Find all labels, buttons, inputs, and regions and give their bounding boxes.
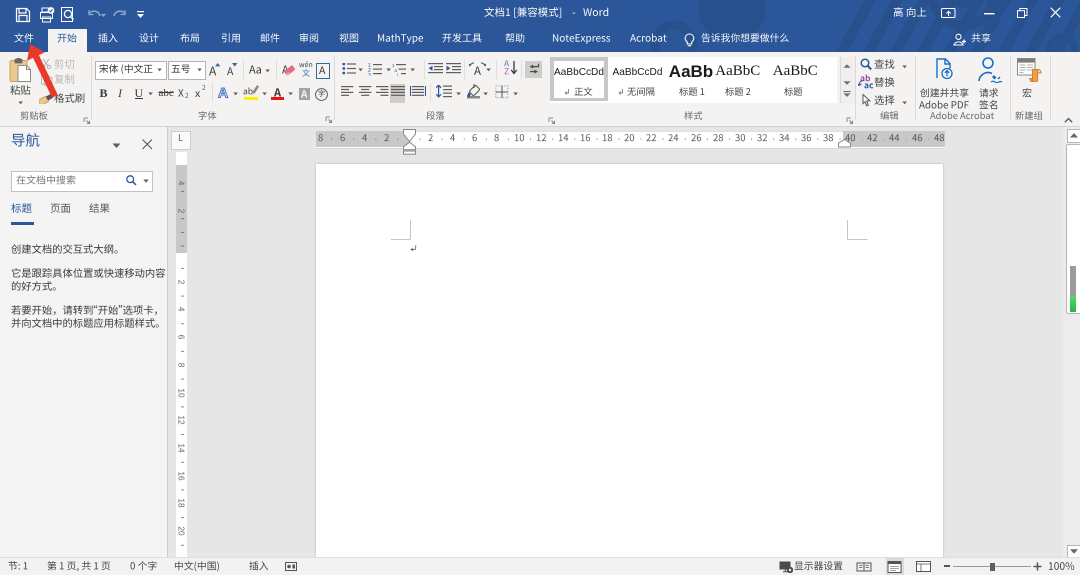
svg-text:3: 3 (368, 73, 371, 76)
svg-text:A: A (218, 85, 228, 101)
svg-text:i: i (397, 72, 398, 76)
